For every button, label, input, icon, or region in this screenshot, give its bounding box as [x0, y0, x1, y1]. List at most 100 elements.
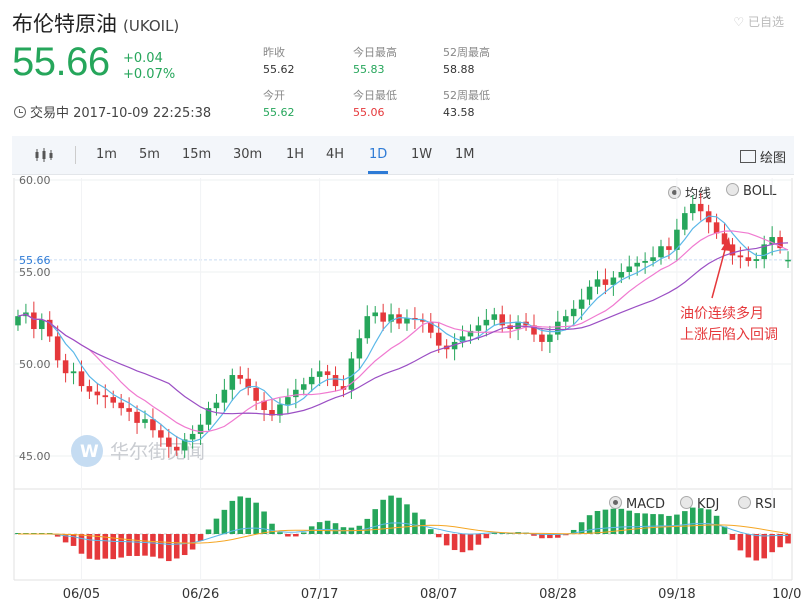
interval-1w[interactable]: 1W: [411, 147, 432, 162]
draw-tool-button[interactable]: 绘图: [739, 147, 786, 166]
add-favorite-button[interactable]: ♡ 已自选: [733, 13, 784, 30]
macd-histogram-bar: [499, 532, 506, 534]
candle-body: [396, 314, 402, 324]
toggle-rsi[interactable]: RSI: [738, 496, 776, 512]
toggle-macd[interactable]: MACD: [609, 496, 665, 512]
candle-body: [420, 319, 426, 322]
stat-value: 55.83: [353, 63, 385, 76]
interval-5m[interactable]: 5m: [139, 147, 160, 162]
candlestick-icon[interactable]: [34, 147, 54, 163]
macd-histogram-bar: [539, 534, 545, 539]
stat-value: 55.06: [353, 106, 385, 119]
candle-body: [62, 360, 69, 374]
x-tick-label: 10/0: [772, 587, 801, 602]
macd-histogram-bar: [515, 532, 521, 534]
toggle-ma-label: 均线: [685, 187, 712, 202]
macd-histogram-bar: [658, 514, 664, 534]
toggle-ma[interactable]: 均线: [668, 183, 711, 202]
macd-histogram-bar: [483, 534, 490, 539]
macd-histogram-bar: [507, 532, 513, 534]
stat-value: 43.58: [443, 106, 475, 119]
candle-body: [634, 262, 640, 267]
candle-body: [682, 213, 688, 230]
candle-body: [435, 332, 442, 346]
watermark-logo-letter: W: [80, 442, 99, 462]
macd-histogram-bar: [173, 534, 180, 559]
interval-1d[interactable]: 1D: [369, 147, 387, 162]
toggle-boll[interactable]: BOLL: [726, 183, 776, 199]
candle-body: [46, 319, 53, 337]
candle-body: [78, 371, 85, 387]
candle-body: [666, 246, 672, 250]
radio-on-icon: [609, 496, 622, 509]
x-tick-label: 06/05: [63, 587, 100, 602]
stat-label: 今日最低: [353, 89, 397, 102]
macd-histogram-bar: [650, 514, 656, 534]
watermark-text: 华尔街见闻: [110, 441, 205, 463]
annotation-arrow: [711, 245, 727, 299]
stat-52w-low: 52周最低 43.58: [443, 87, 490, 121]
macd-histogram-bar: [94, 534, 101, 560]
x-tick-label: 09/18: [658, 587, 695, 602]
candle-body: [428, 321, 434, 333]
stat-label: 今开: [263, 89, 285, 102]
candle-body: [205, 408, 212, 425]
interval-15m[interactable]: 15m: [182, 147, 211, 162]
ma5-line: [17, 215, 789, 443]
price-chart[interactable]: W 华尔街见闻 60.00 55.00 50.00 45.00 55.66 06/05 06…: [0, 0, 806, 606]
macd-histogram-bar: [666, 515, 672, 534]
candle-body: [753, 259, 760, 261]
candle-body: [221, 389, 228, 403]
x-tick-label: 07/17: [301, 587, 338, 602]
candle-body: [388, 314, 394, 322]
candle-body: [674, 229, 680, 250]
candle-body: [626, 266, 633, 272]
y-tick-label: 55.00: [19, 266, 51, 279]
stat-label: 昨收: [263, 46, 285, 59]
candle-body: [705, 211, 712, 223]
interval-1mo[interactable]: 1M: [455, 147, 475, 162]
candle-body: [166, 437, 172, 447]
candle-body: [539, 334, 545, 342]
toggle-rsi-label: RSI: [755, 497, 777, 512]
candle-body: [324, 371, 331, 376]
stat-day-low: 今日最低 55.06: [353, 87, 397, 121]
macd-histogram-bar: [261, 511, 267, 534]
macd-histogram-bar: [126, 534, 132, 556]
instrument-title: 布伦特原油 (UKOIL): [12, 8, 179, 38]
clock-icon: [14, 106, 26, 118]
candle-body: [245, 378, 251, 388]
candle-body: [293, 389, 299, 398]
macd-histogram-bar: [491, 533, 498, 534]
interval-30m[interactable]: 30m: [233, 147, 262, 162]
macd-histogram-bar: [396, 497, 402, 534]
macd-histogram-bar: [459, 534, 466, 553]
candle-body: [642, 260, 648, 263]
macd-histogram-bar: [674, 514, 680, 534]
macd-histogram-bar: [618, 508, 625, 534]
candle-body: [340, 386, 347, 390]
toggle-kdj[interactable]: KDJ: [680, 496, 719, 512]
macd-histogram-bar: [467, 534, 474, 551]
candle-body: [785, 259, 791, 262]
stat-value: 55.62: [263, 63, 295, 76]
candle-body: [451, 341, 458, 350]
candle-body: [15, 316, 21, 326]
candle-body: [253, 387, 259, 401]
candle-body: [23, 312, 29, 317]
stat-value: 58.88: [443, 63, 475, 76]
candle-body: [586, 286, 593, 300]
interval-4h[interactable]: 4H: [326, 147, 344, 162]
y-tick-label: 50.00: [19, 358, 51, 371]
macd-histogram-bar: [412, 512, 418, 534]
trading-status: 交易中 2017-10-09 22:25:38: [14, 102, 211, 121]
macd-histogram-bar: [443, 534, 450, 546]
macd-histogram-bar: [769, 534, 775, 553]
macd-histogram-bar: [158, 534, 164, 559]
radio-on-icon: [668, 186, 681, 199]
macd-histogram-bar: [229, 500, 236, 534]
candle-body: [745, 257, 752, 261]
interval-1m[interactable]: 1m: [96, 147, 117, 162]
candle-body: [650, 257, 656, 261]
interval-1h[interactable]: 1H: [286, 147, 304, 162]
